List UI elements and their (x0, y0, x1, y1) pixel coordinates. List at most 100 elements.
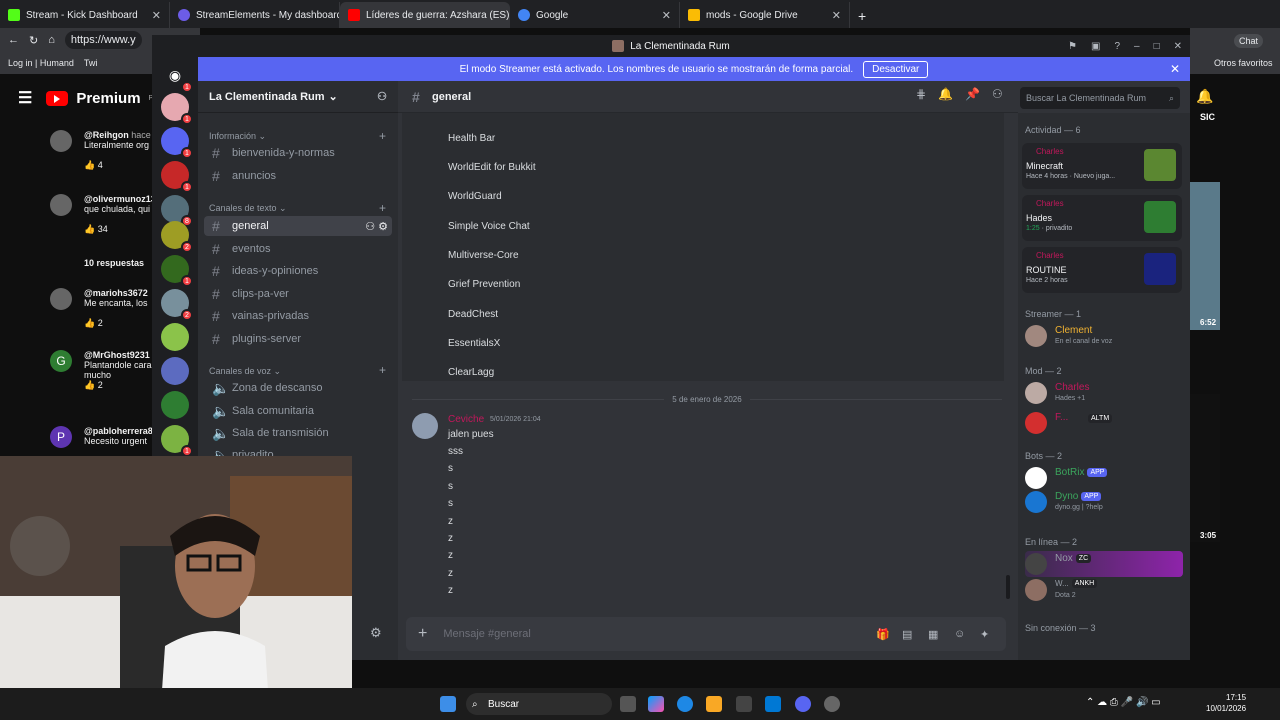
task-view-icon[interactable] (620, 696, 636, 712)
tab-youtube[interactable]: Líderes de guerra: Azshara (ES) - V✕ (340, 2, 510, 28)
member-item[interactable]: W... ANKH Dota 2 (1025, 577, 1185, 603)
chat-button[interactable]: Chat (1234, 34, 1264, 48)
other-bookmarks[interactable]: Otros favoritos (1214, 58, 1276, 68)
apps-icon[interactable]: ✦ (980, 628, 989, 641)
server-icon[interactable] (161, 323, 189, 351)
avatar[interactable] (412, 413, 438, 439)
add-channel-icon[interactable]: + (379, 201, 386, 215)
help-icon[interactable]: ? (1114, 41, 1120, 52)
gift-icon[interactable]: 🎁 (876, 628, 890, 641)
server-icon[interactable] (161, 357, 189, 385)
channel-bienvenida[interactable]: # bienvenida-y-normas (204, 143, 392, 163)
like-icon[interactable]: 👍 (84, 160, 95, 170)
maximize-icon[interactable]: □ (1154, 41, 1160, 52)
close-icon[interactable]: ✕ (1170, 62, 1180, 76)
edge-icon[interactable] (677, 696, 693, 712)
windows-start-icon[interactable] (440, 696, 456, 712)
mail-icon[interactable] (765, 696, 781, 712)
server-icon[interactable]: 1 (161, 127, 193, 159)
tab-kick[interactable]: Stream - Kick Dashboard ✕ (0, 2, 170, 28)
clock[interactable]: 17:15 10/01/2026 (1206, 692, 1246, 714)
channel-general[interactable]: # general ⚇ ⚙ (204, 216, 392, 236)
add-channel-icon[interactable]: + (379, 129, 386, 143)
deactivate-button[interactable]: Desactivar (863, 60, 929, 78)
bell-icon[interactable]: 🔔 (938, 87, 953, 101)
home-icon[interactable]: ⌂ (48, 34, 55, 46)
voice-channel[interactable]: 🔈 Zona de descanso (204, 378, 392, 398)
bookmark-twitter[interactable]: Twi (84, 58, 98, 68)
add-friend-icon[interactable]: ⚇ (377, 90, 387, 103)
search-input[interactable]: Buscar La Clementinada Rum ⌕ (1020, 87, 1180, 109)
file-explorer-icon[interactable] (706, 696, 722, 712)
activity-card[interactable]: Charles Hades 1:25 · privadito (1022, 195, 1182, 241)
channel-eventos[interactable]: # eventos (204, 239, 392, 259)
pin-icon[interactable]: 📌 (965, 87, 980, 101)
close-tab-icon[interactable]: ✕ (662, 9, 671, 22)
like-icon[interactable]: 👍 (84, 224, 95, 234)
member-item[interactable]: Dyno APP dyno.gg | ?help (1025, 489, 1185, 515)
avatar[interactable] (50, 194, 72, 216)
add-attachment-icon[interactable]: + (418, 625, 427, 643)
channel-ideas[interactable]: # ideas-y-opiniones (204, 261, 392, 281)
avatar[interactable]: P (50, 426, 72, 448)
tab-streamelements[interactable]: StreamElements - My dashboard✕ (170, 2, 340, 28)
avatar[interactable]: G (50, 350, 72, 372)
video-thumbnail[interactable] (1190, 182, 1220, 330)
sticker-icon[interactable]: ▦ (928, 628, 938, 641)
server-icon[interactable]: 1 (161, 161, 193, 193)
server-icon[interactable]: 2 (161, 289, 193, 321)
close-tab-icon[interactable]: ✕ (152, 9, 161, 22)
bookmark-humand[interactable]: Log in | Humand (8, 58, 74, 68)
video-thumbnail[interactable] (1190, 394, 1220, 542)
message-author[interactable]: Ceviche (448, 414, 484, 425)
activity-card[interactable]: Charles Minecraft Hace 4 horas · Nuevo jug… (1022, 143, 1182, 189)
member-item[interactable]: Clement En el canal de voz (1025, 323, 1185, 349)
category-text[interactable]: Canales de texto ⌄ (209, 203, 287, 214)
activity-card[interactable]: Charles ROUTINE Hace 2 horas (1022, 247, 1182, 293)
url-field[interactable]: https://www.y (64, 31, 142, 49)
invite-icon[interactable]: ⚇ ⚙ (365, 220, 388, 233)
server-icon[interactable]: 1 (161, 425, 193, 457)
channel-clips[interactable]: # clips-pa-ver (204, 284, 392, 304)
channel-vainas[interactable]: # vainas-privadas (204, 306, 392, 326)
discord-home-icon[interactable]: ◉ 1 (161, 61, 193, 93)
chrome-icon[interactable] (824, 696, 840, 712)
server-icon[interactable]: 2 (161, 221, 193, 253)
close-icon[interactable]: ✕ (1174, 41, 1182, 52)
taskbar-search[interactable]: ⌕ Buscar (466, 693, 612, 715)
like-icon[interactable]: 👍 (84, 380, 95, 390)
avatar[interactable] (50, 130, 72, 152)
voice-channel[interactable]: 🔈 Sala de transmisión (204, 423, 392, 443)
like-icon[interactable]: 👍 (84, 318, 95, 328)
server-icon[interactable]: 8 (161, 195, 193, 227)
gif-icon[interactable]: ▤ (902, 628, 912, 641)
member-item[interactable]: F... ALTM (1025, 410, 1185, 436)
minimize-icon[interactable]: – (1134, 41, 1140, 52)
close-tab-icon[interactable]: ✕ (832, 9, 841, 22)
tab-google[interactable]: Google ✕ (510, 2, 680, 28)
server-icon[interactable] (161, 391, 189, 419)
members-icon[interactable]: ⚇ (992, 87, 1003, 101)
member-item[interactable]: Charles Hades +1 (1025, 380, 1185, 406)
tab-drive[interactable]: mods - Google Drive ✕ (680, 2, 850, 28)
server-icon[interactable]: 1 (161, 255, 193, 287)
user-settings-icon[interactable]: ⚙ (370, 625, 382, 641)
flag-icon[interactable]: ⚑ (1068, 41, 1077, 52)
tray-icons[interactable]: ⌃ ☁ ⎙ 🎤 🔊 ▭ (1086, 697, 1161, 708)
discord-taskbar-icon[interactable] (795, 696, 811, 712)
category-voice[interactable]: Canales de voz ⌄ (209, 366, 281, 377)
channel-anuncios[interactable]: # anuncios (204, 166, 392, 186)
message-composer[interactable]: + Mensaje #general 🎁 ▤ ▦ ☺ ✦ (406, 617, 1006, 651)
copilot-icon[interactable] (648, 696, 664, 712)
back-icon[interactable]: ← (8, 34, 19, 46)
menu-icon[interactable]: ☰ (18, 88, 32, 108)
channel-plugins[interactable]: # plugins-server (204, 329, 392, 349)
scrollbar[interactable] (1006, 575, 1010, 599)
avatar[interactable] (50, 288, 72, 310)
inbox-icon[interactable]: ▣ (1091, 41, 1100, 52)
threads-icon[interactable]: ⋕ (916, 87, 926, 101)
server-icon[interactable]: 1 (161, 93, 193, 125)
new-tab-button[interactable]: + (850, 8, 874, 28)
notifications-icon[interactable]: 🔔 (1196, 88, 1213, 105)
category-info[interactable]: Información ⌄ (209, 131, 266, 142)
